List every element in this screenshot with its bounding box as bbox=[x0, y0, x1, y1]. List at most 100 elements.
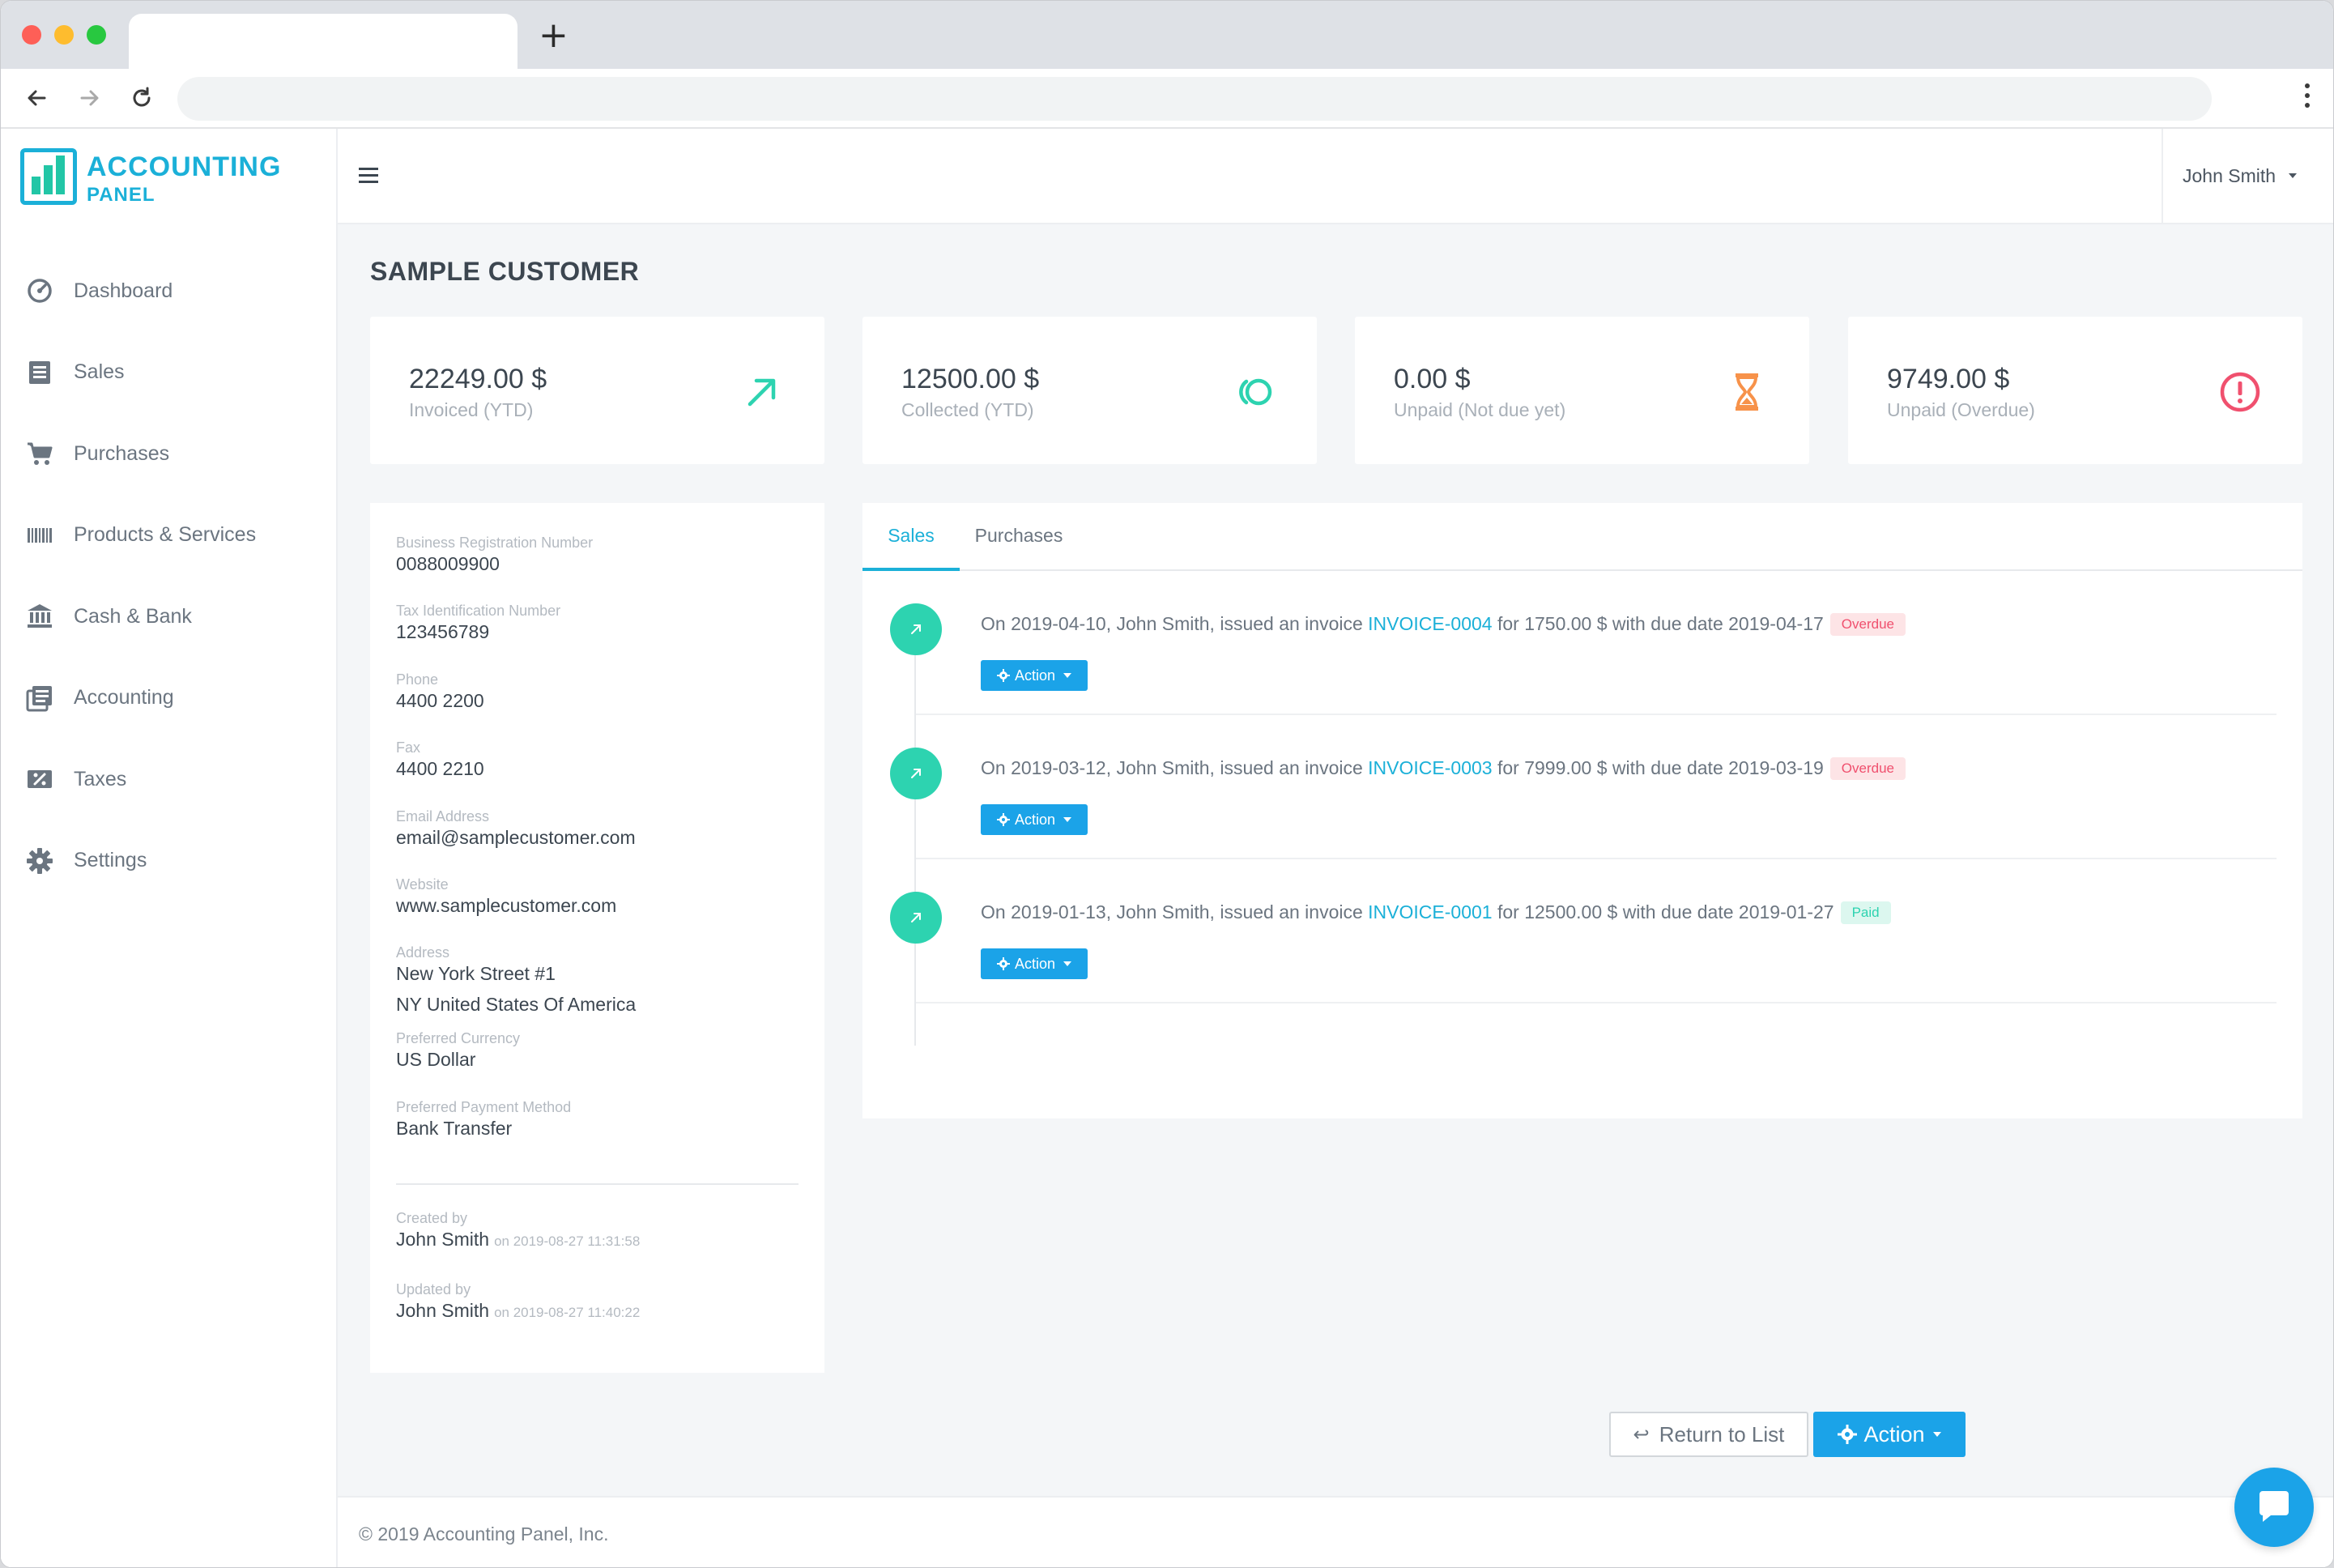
timeline-text-prefix: On 2019-03-12, John Smith, issued an inv… bbox=[981, 757, 1369, 778]
chevron-down-icon bbox=[2289, 173, 2298, 178]
timeline-text: On 2019-04-10, John Smith, issued an inv… bbox=[981, 613, 1906, 636]
footer: © 2019 Accounting Panel, Inc. bbox=[338, 1496, 2333, 1567]
sidebar-item-cash-bank[interactable]: Cash & Bank bbox=[1, 576, 336, 658]
customer-info-card: Business Registration Number 0088009900 … bbox=[370, 503, 824, 1373]
timeline-text-suffix: for 1750.00 $ with due date 2019-04-17 bbox=[1492, 613, 1824, 634]
minimize-window-button[interactable] bbox=[54, 25, 74, 45]
browser-tab-bar: + bbox=[1, 1, 2333, 69]
cart-icon bbox=[25, 439, 54, 468]
return-button-label: Return to List bbox=[1659, 1421, 1785, 1447]
sidebar-item-label: Products & Services bbox=[74, 523, 257, 547]
return-arrow-icon: ↩ bbox=[1633, 1423, 1650, 1446]
sidebar-item-accounting[interactable]: Accounting bbox=[1, 658, 336, 739]
field-label: Preferred Payment Method bbox=[396, 1099, 572, 1115]
tab-sales[interactable]: Sales bbox=[862, 503, 960, 571]
chat-button[interactable] bbox=[2234, 1468, 2314, 1547]
sidebar-item-settings[interactable]: Settings bbox=[1, 820, 336, 902]
action-dropdown-button[interactable]: Action bbox=[981, 660, 1088, 691]
field-value-line2: NY United States Of America bbox=[396, 994, 637, 1015]
status-badge: Paid bbox=[1840, 901, 1891, 924]
sidebar-item-label: Sales bbox=[74, 360, 125, 384]
stat-value: 9749.00 $ bbox=[1887, 364, 2010, 394]
created-at: on 2019-08-27 11:31:58 bbox=[494, 1234, 641, 1249]
arrow-up-right-icon bbox=[890, 603, 942, 655]
field-value: 4400 2200 bbox=[396, 690, 484, 711]
updated-by-user: John Smith bbox=[396, 1300, 490, 1321]
user-menu[interactable]: John Smith bbox=[2162, 129, 2333, 223]
invoice-link[interactable]: INVOICE-0004 bbox=[1368, 613, 1492, 634]
timeline-text-prefix: On 2019-01-13, John Smith, issued an inv… bbox=[981, 901, 1369, 922]
divider bbox=[396, 1183, 799, 1185]
hourglass-icon bbox=[1725, 370, 1769, 414]
app: ACCOUNTING PANEL Dashboard Sales Purchas… bbox=[1, 129, 2333, 1567]
action-dropdown-button[interactable]: Action bbox=[981, 804, 1088, 835]
stat-card-invoiced: 22249.00 $ Invoiced (YTD) bbox=[370, 317, 824, 464]
field-tax-id: Tax Identification Number 123456789 bbox=[396, 602, 560, 644]
field-label: Phone bbox=[396, 671, 439, 688]
chevron-down-icon bbox=[1932, 1432, 1941, 1437]
back-arrow-icon[interactable] bbox=[20, 82, 53, 114]
sidebar-item-purchases[interactable]: Purchases bbox=[1, 413, 336, 495]
gear-icon bbox=[25, 846, 54, 876]
timeline-text-prefix: On 2019-04-10, John Smith, issued an inv… bbox=[981, 613, 1369, 634]
field-label: Preferred Currency bbox=[396, 1030, 521, 1046]
logo[interactable]: ACCOUNTING PANEL bbox=[20, 148, 312, 210]
field-currency: Preferred Currency US Dollar bbox=[396, 1029, 520, 1072]
timeline-item: On 2019-04-10, John Smith, issued an inv… bbox=[862, 571, 2302, 715]
main-content: SAMPLE CUSTOMER 22249.00 $ Invoiced (YTD… bbox=[338, 224, 2333, 1496]
field-value: New York Street #1 bbox=[396, 963, 556, 984]
field-website: Website www.samplecustomer.com bbox=[396, 876, 616, 918]
status-badge: Overdue bbox=[1829, 613, 1906, 636]
stat-value: 22249.00 $ bbox=[409, 364, 547, 394]
gear-icon bbox=[996, 957, 1010, 970]
stat-card-collected: 12500.00 $ Collected (YTD) bbox=[862, 317, 1317, 464]
arrow-up-right-icon bbox=[740, 370, 784, 414]
action-button[interactable]: Action bbox=[1813, 1412, 1966, 1457]
action-button-label: Action bbox=[1014, 667, 1056, 684]
field-phone: Phone 4400 2200 bbox=[396, 671, 484, 713]
browser-menu-icon[interactable] bbox=[2302, 83, 2312, 116]
sidebar-item-products-services[interactable]: Products & Services bbox=[1, 495, 336, 577]
forward-arrow-icon[interactable] bbox=[74, 82, 106, 114]
action-button-label: Action bbox=[1863, 1421, 1925, 1447]
close-window-button[interactable] bbox=[22, 25, 41, 45]
timeline-text: On 2019-01-13, John Smith, issued an inv… bbox=[981, 901, 1891, 924]
return-to-list-button[interactable]: ↩ Return to List bbox=[1609, 1412, 1808, 1457]
action-button-label: Action bbox=[1014, 811, 1056, 828]
field-label: Website bbox=[396, 876, 449, 893]
user-name: John Smith bbox=[2183, 164, 2277, 186]
gear-icon bbox=[1838, 1425, 1858, 1444]
gear-icon bbox=[996, 813, 1010, 826]
browser-toolbar bbox=[1, 69, 2333, 129]
hamburger-menu-icon[interactable] bbox=[359, 168, 378, 187]
chevron-down-icon bbox=[1063, 673, 1072, 678]
field-label: Created by bbox=[396, 1210, 468, 1226]
field-value: www.samplecustomer.com bbox=[396, 895, 617, 916]
new-tab-button[interactable]: + bbox=[539, 18, 569, 53]
action-dropdown-button[interactable]: Action bbox=[981, 948, 1088, 979]
activity-card: Sales Purchases On 2019-04-10, John Smit… bbox=[862, 503, 2302, 1118]
bar-chart-logo-icon bbox=[20, 148, 77, 205]
stat-value: 0.00 $ bbox=[1394, 364, 1471, 394]
browser-tab[interactable] bbox=[129, 14, 517, 69]
sidebar-item-sales[interactable]: Sales bbox=[1, 332, 336, 414]
created-by-user: John Smith bbox=[396, 1229, 490, 1250]
sidebar-item-dashboard[interactable]: Dashboard bbox=[1, 250, 336, 332]
reload-icon[interactable] bbox=[126, 82, 158, 114]
stat-label: Unpaid (Not due yet) bbox=[1394, 399, 1566, 420]
invoice-link[interactable]: INVOICE-0001 bbox=[1368, 901, 1492, 922]
field-business-registration: Business Registration Number 0088009900 bbox=[396, 534, 593, 576]
field-label: Updated by bbox=[396, 1281, 471, 1297]
chevron-down-icon bbox=[1063, 961, 1072, 966]
sidebar-item-taxes[interactable]: Taxes bbox=[1, 739, 336, 820]
tab-purchases[interactable]: Purchases bbox=[960, 503, 1078, 571]
field-address: Address New York Street #1 NY United Sta… bbox=[396, 944, 636, 1016]
invoice-link[interactable]: INVOICE-0003 bbox=[1368, 757, 1492, 778]
sidebar-menu: Dashboard Sales Purchases Products & Ser… bbox=[1, 250, 336, 901]
timeline-text-suffix: for 7999.00 $ with due date 2019-03-19 bbox=[1492, 757, 1824, 778]
field-value: 123456789 bbox=[396, 621, 490, 642]
updated-by: Updated by John Smith on 2019-08-27 11:40… bbox=[396, 1280, 640, 1325]
maximize-window-button[interactable] bbox=[87, 25, 106, 45]
field-value: Bank Transfer bbox=[396, 1118, 513, 1139]
address-bar[interactable] bbox=[177, 77, 2212, 121]
